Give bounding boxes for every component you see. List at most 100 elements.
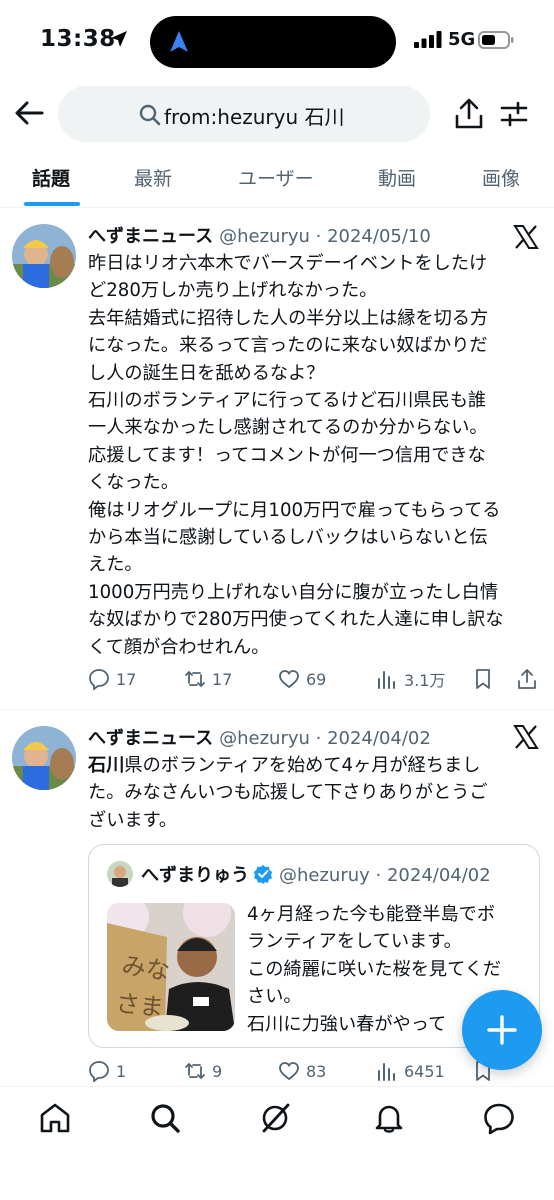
search-tabs: 話題 最新 ユーザー 動画 画像	[0, 150, 554, 208]
retweet-button[interactable]: 9	[184, 1056, 222, 1086]
bookmark-icon[interactable]	[472, 664, 494, 694]
tweet-line: くて顔が合わせれん。	[88, 636, 270, 658]
reply-count: 17	[116, 669, 137, 689]
views-button[interactable]: 6451	[376, 1056, 445, 1086]
tab-latest[interactable]: 最新	[134, 164, 172, 191]
tweet[interactable]: へずまニュース @hezuryu · 2024/05/10 昨日はリオ六本木でバー…	[0, 210, 554, 710]
active-tab-indicator	[24, 202, 80, 206]
quote-avatar	[107, 861, 133, 887]
tweet-line: な奴ばかりで280万円使ってくれた人達に申し訳な	[88, 609, 504, 631]
filter-settings-icon[interactable]	[500, 100, 528, 128]
retweet-button[interactable]: 17	[184, 664, 232, 694]
location-arrow-icon	[111, 31, 127, 47]
tweet-line: 去年結婚式に招待した人の半分以上は縁を切る方	[88, 307, 489, 329]
like-button[interactable]: 69	[278, 664, 326, 694]
status-time: 13:38	[40, 26, 116, 52]
quote-photo[interactable]: みな さま	[107, 903, 235, 1031]
retweet-icon	[185, 1063, 205, 1079]
notifications-bell-icon[interactable]	[372, 1101, 406, 1135]
tweet-line: た。みなさんいつも応援して下さりありがとうご	[88, 782, 488, 804]
tweet-line: 俺はリオグループに月100万円で雇ってもらってる	[88, 499, 501, 521]
tab-top[interactable]: 話題	[32, 164, 70, 191]
quote-handle-date: @hezuruy · 2024/04/02	[279, 865, 491, 886]
heart-icon	[279, 1062, 299, 1081]
tweet-line: 昨日はリオ六本木でバースデーイベントをしたけ	[88, 253, 488, 274]
highlighted-keyword: 石川	[88, 755, 125, 776]
retweet-count: 9	[212, 1061, 223, 1081]
quote-line: この綺麗に咲いた桜を見てくだ	[247, 958, 502, 980]
bottom-navigation	[0, 1086, 554, 1200]
tweet-line: 応援してます！ってコメントが何一つ信用できな	[88, 444, 486, 466]
author-name[interactable]: へずまニュース	[88, 226, 213, 247]
tweet-line: くなった。	[88, 472, 179, 494]
reply-icon	[89, 1061, 109, 1082]
messages-icon[interactable]	[482, 1101, 516, 1135]
tweet-actions: 17 17 69 3.1万	[88, 664, 542, 694]
like-count: 83	[306, 1061, 327, 1081]
tweet-line: ど280万しか売り上げれなかった。	[88, 280, 378, 302]
tab-images[interactable]: 画像	[482, 164, 520, 191]
tweet-actions: 1 9 83 6451	[88, 1056, 542, 1086]
retweet-count: 17	[212, 669, 233, 689]
tweet-line: から本当に感謝しているしバックはいらないと伝	[88, 527, 488, 549]
x-logo-icon	[513, 725, 539, 749]
quote-author-name: へずまりゅう	[141, 865, 249, 886]
views-button[interactable]: 3.1万	[376, 664, 445, 694]
like-count: 69	[306, 669, 327, 689]
author-handle-date: @hezuryu · 2024/05/10	[219, 226, 431, 247]
tweet-line: 1000万円売り上げれない自分に腹が立ったし白情	[88, 581, 499, 603]
quote-header: へずまりゅう @hezuruy · 2024/04/02	[141, 861, 491, 887]
tweet-line: 石川県のボランティアを始めて4ヶ月が経ちまし	[88, 752, 542, 779]
tweet-line: 一人来なかったし感謝されてるのか分からない。	[88, 417, 488, 439]
tab-people[interactable]: ユーザー	[238, 164, 314, 191]
x-logo-icon	[513, 225, 539, 249]
tweet-line: えた。	[88, 554, 143, 576]
retweet-icon	[185, 671, 205, 687]
avatar[interactable]	[12, 726, 76, 790]
search-query: from:hezuryu 石川	[164, 105, 345, 129]
reply-count: 1	[116, 1061, 127, 1081]
reply-button[interactable]: 1	[88, 1056, 126, 1086]
search-header: from:hezuryu 石川	[0, 84, 554, 144]
grok-icon[interactable]	[258, 1101, 292, 1135]
tweet-line: し人の誕生日を舐めるなよ？	[88, 362, 325, 384]
reply-icon	[89, 669, 109, 690]
status-bar: 13:38 5G	[0, 0, 554, 84]
author-name[interactable]: へずまニュース	[88, 728, 213, 749]
dynamic-island	[150, 16, 396, 68]
avatar[interactable]	[12, 224, 76, 288]
battery-icon	[478, 31, 514, 49]
tweet-line: ざいます。	[88, 809, 178, 831]
search-icon	[139, 104, 161, 126]
tweet-text: 昨日はリオ六本木でバースデーイベントをしたけ ど280万しか売り上げれなかった。…	[88, 250, 542, 661]
signal-icon	[414, 31, 442, 48]
like-button[interactable]: 83	[278, 1056, 326, 1086]
tweet-text: 石川県のボランティアを始めて4ヶ月が経ちまし た。みなさんいつも応援して下さりあ…	[88, 752, 542, 834]
share-icon[interactable]	[454, 98, 484, 130]
tab-videos[interactable]: 動画	[378, 164, 416, 191]
back-arrow-icon[interactable]	[12, 96, 46, 130]
analytics-icon	[378, 1063, 395, 1081]
search-input[interactable]: from:hezuryu 石川	[58, 86, 430, 142]
author-handle-date: @hezuryu · 2024/04/02	[219, 728, 431, 749]
tweet-line-rest: 県のボランティアを始めて4ヶ月が経ちまし	[124, 755, 481, 776]
view-count: 3.1万	[404, 671, 446, 690]
tweet-line: 石川のボランティアに行ってるけど石川県民も誰	[88, 390, 487, 412]
network-type: 5G	[448, 29, 476, 50]
analytics-icon	[378, 671, 395, 689]
share-tweet-icon[interactable]	[516, 664, 538, 694]
tweet-line: になった。来るって言ったのに来ない奴ばかりだ	[88, 335, 488, 357]
heart-icon	[279, 670, 299, 689]
verified-badge-icon	[253, 865, 273, 884]
plus-icon	[487, 1015, 517, 1045]
tweet-header: へずまニュース @hezuryu · 2024/05/10	[88, 222, 431, 248]
quote-line: 4ヶ月経った今も能登半島でボ	[247, 904, 496, 925]
explore-search-icon[interactable]	[148, 1101, 182, 1135]
compose-post-button[interactable]	[462, 990, 542, 1070]
reply-button[interactable]: 17	[88, 664, 136, 694]
navigation-arrow-icon	[170, 31, 188, 52]
quote-line: ランティアをしています。	[247, 931, 462, 953]
view-count: 6451	[404, 1061, 445, 1081]
home-icon[interactable]	[38, 1101, 72, 1135]
tweet-header: へずまニュース @hezuryu · 2024/04/02	[88, 724, 431, 750]
